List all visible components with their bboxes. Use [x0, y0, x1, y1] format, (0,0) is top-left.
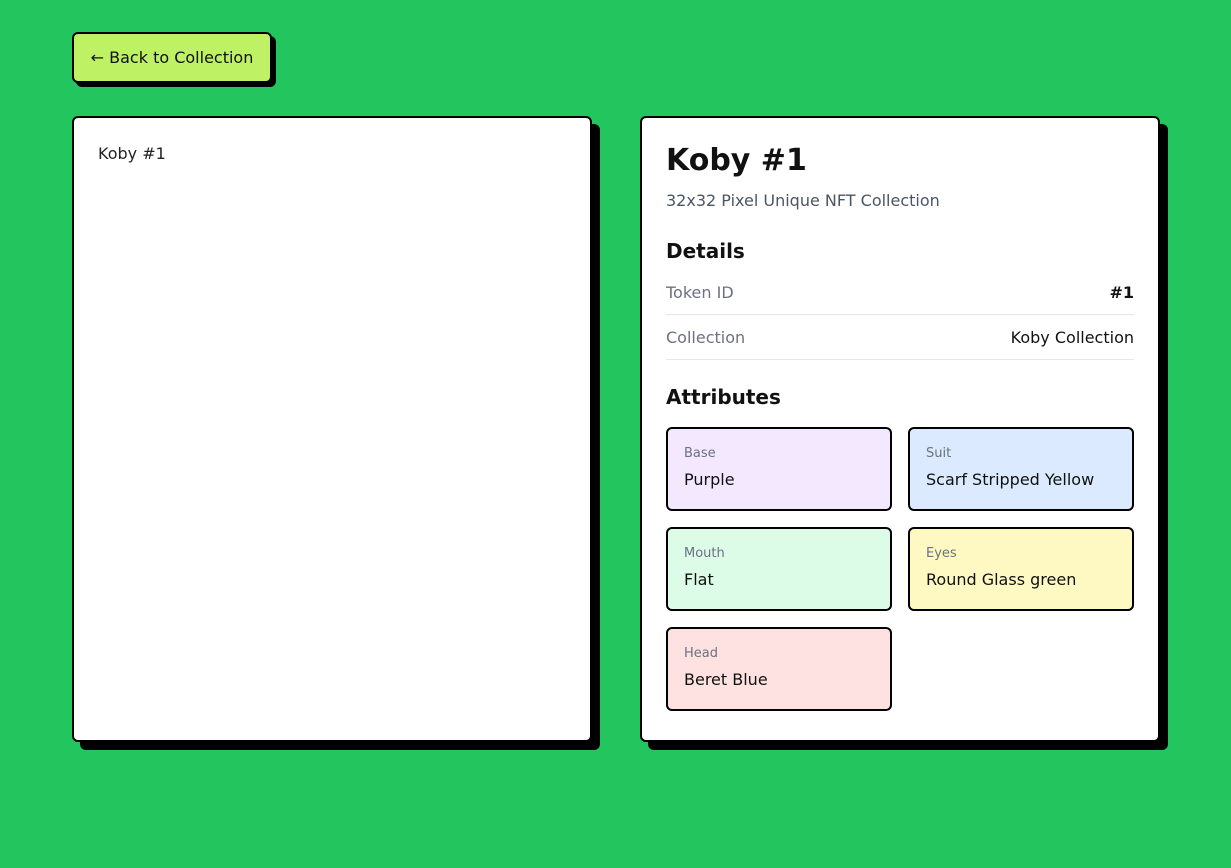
attribute-value: Beret Blue: [684, 670, 768, 689]
detail-row-collection: Collection Koby Collection: [666, 315, 1134, 360]
back-to-collection-button[interactable]: ← Back to Collection: [72, 32, 272, 83]
attribute-value: Flat: [684, 570, 714, 589]
attribute-card-suit: Suit Scarf Stripped Yellow: [908, 427, 1134, 511]
attribute-label: Head: [684, 646, 718, 661]
attributes-grid: Base Purple Suit Scarf Stripped Yellow M…: [666, 427, 1134, 711]
detail-label: Token ID: [666, 282, 734, 302]
nft-subtitle: 32x32 Pixel Unique NFT Collection: [666, 191, 940, 210]
details-heading: Details: [666, 239, 745, 263]
attribute-value: Purple: [684, 470, 735, 489]
detail-row-token-id: Token ID #1: [666, 270, 1134, 315]
attribute-value: Scarf Stripped Yellow: [926, 470, 1095, 489]
attribute-label: Base: [684, 446, 716, 461]
nft-image-card: Koby #1: [72, 116, 592, 742]
detail-label: Collection: [666, 327, 746, 347]
page: ← Back to Collection Koby #1 Koby #1 32x…: [0, 0, 1231, 868]
detail-value: Koby Collection: [1010, 327, 1134, 347]
attribute-card-eyes: Eyes Round Glass green: [908, 527, 1134, 611]
attribute-label: Suit: [926, 446, 952, 461]
nft-image-alt-text: Koby #1: [98, 144, 166, 163]
attribute-label: Mouth: [684, 546, 725, 561]
detail-value: #1: [1109, 282, 1134, 302]
nft-details-card: Koby #1 32x32 Pixel Unique NFT Collectio…: [640, 116, 1160, 742]
attribute-card-head: Head Beret Blue: [666, 627, 892, 711]
back-button-label: ← Back to Collection: [90, 48, 254, 67]
attribute-label: Eyes: [926, 546, 957, 561]
attribute-value: Round Glass green: [926, 570, 1077, 589]
attribute-card-base: Base Purple: [666, 427, 892, 511]
details-list: Token ID #1 Collection Koby Collection: [666, 270, 1134, 360]
nft-title: Koby #1: [666, 143, 807, 178]
attributes-heading: Attributes: [666, 385, 781, 409]
attribute-card-mouth: Mouth Flat: [666, 527, 892, 611]
nft-image: Koby #1: [98, 144, 166, 163]
